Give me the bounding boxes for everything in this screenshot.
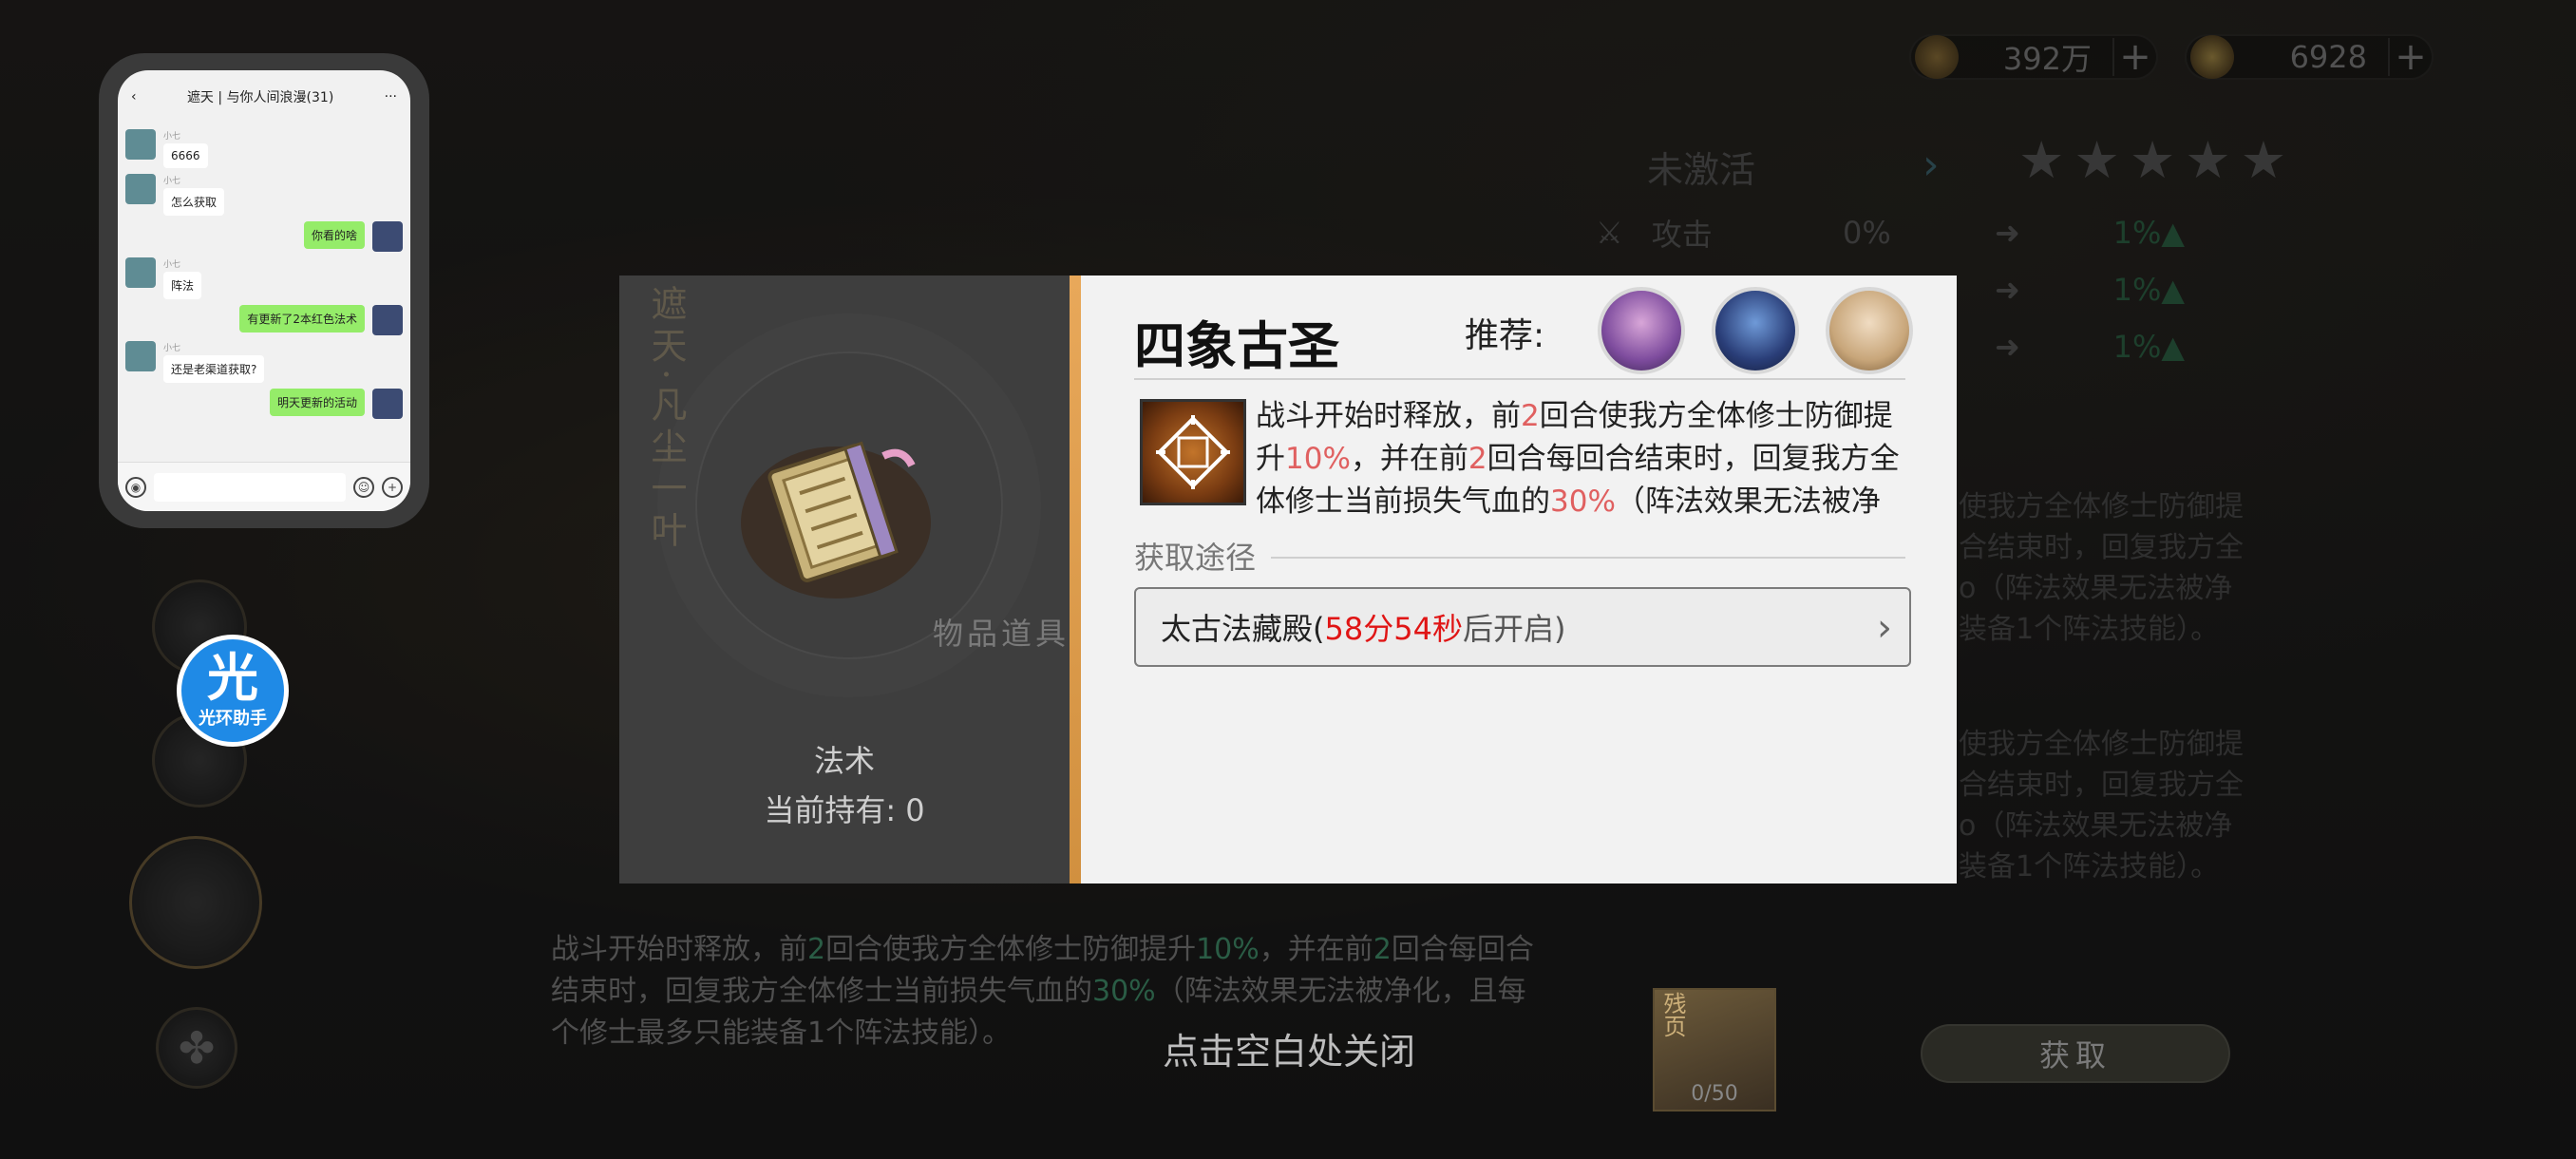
back-icon[interactable]: ‹: [131, 89, 137, 104]
get-button[interactable]: 获取: [1921, 1024, 2230, 1083]
chat-message: 明天更新的活动: [125, 389, 403, 419]
formation-skill-icon: [1140, 399, 1246, 505]
chat-message: 有更新了2本红色法术: [125, 305, 403, 335]
avatar[interactable]: [125, 257, 156, 288]
item-title: 四象古圣: [1134, 316, 1339, 376]
accent-divider: [1070, 276, 1081, 884]
avatar[interactable]: [372, 305, 403, 335]
chat-message: 小七还是老渠道获取?: [125, 341, 403, 383]
add-icon[interactable]: +: [382, 476, 403, 498]
fragment-count: 0/50: [1691, 1082, 1738, 1106]
chat-title: 遮天 | 与你人间浪漫(31): [186, 90, 334, 105]
message-bubble[interactable]: 6666: [163, 143, 208, 168]
chat-screen: ‹ 遮天 | 与你人间浪漫(31) ··· 小七 6666 小七 怎么获取 你看的啥 小七…: [118, 70, 410, 511]
item-detail-dialog: 遮天·凡尘一叶 物品道具 法术 当前持有: 0 四象古圣 推荐: 战斗开始时释放…: [619, 276, 1957, 884]
item-type: 法术: [813, 743, 875, 779]
divider-line: [1134, 378, 1905, 380]
item-art-panel: 遮天·凡尘一叶 物品道具 法术 当前持有: 0: [619, 276, 1070, 884]
fragment-item[interactable]: 残页 0/50: [1653, 988, 1776, 1112]
chat-message-list: 小七 6666 小七 怎么获取 你看的啥 小七 阵法 有更新了2本红色法术 小七 还是老渠道获取?…: [118, 129, 410, 419]
chat-input[interactable]: [154, 472, 346, 502]
close-hint[interactable]: 点击空白处关闭: [1163, 1022, 1415, 1074]
chat-message: 小七 6666: [125, 129, 403, 168]
desc-segment: ，并在前: [1350, 442, 1468, 476]
desc-segment: 10%: [1285, 442, 1351, 476]
sender-name: 小七: [163, 177, 181, 186]
message-body: 小七 6666: [163, 129, 208, 168]
chevron-right-icon: ›: [1877, 606, 1892, 650]
desc-segment: 2: [1373, 933, 1392, 966]
tome-icon: [741, 441, 931, 598]
desc-segment: 30%: [1550, 484, 1616, 519]
source-after: 后开启): [1462, 611, 1566, 647]
message-body: 你看的啥: [303, 221, 365, 249]
avatar[interactable]: [125, 341, 156, 371]
item-info-panel: 四象古圣 推荐: 战斗开始时释放，前2回合使我方全体修士防御提升10%，并在前2…: [1081, 276, 1957, 884]
message-body: 小七还是老渠道获取?: [163, 341, 265, 383]
assistant-name: 光环助手: [199, 709, 267, 729]
fragment-tag: 残页: [1659, 992, 1686, 1037]
desc-segment: ，并在前: [1259, 933, 1373, 966]
sender-name: 小七: [163, 260, 181, 270]
source-label: 获取途径: [1134, 540, 1257, 576]
chat-message: 小七 怎么获取: [125, 174, 403, 216]
source-timer: 58分54秒: [1324, 611, 1463, 647]
message-bubble[interactable]: 有更新了2本红色法术: [239, 305, 365, 332]
avatar[interactable]: [372, 221, 403, 252]
message-body: 小七 阵法: [163, 257, 202, 299]
source-name: 太古法藏殿(: [1161, 611, 1325, 647]
sender-name: 小七: [163, 344, 181, 353]
chat-overlay[interactable]: ‹ 遮天 | 与你人间浪漫(31) ··· 小七 6666 小七 怎么获取 你看的啥 小七…: [99, 53, 429, 528]
message-bubble[interactable]: 你看的啥: [303, 221, 365, 249]
desc-segment: 2: [1521, 399, 1540, 433]
message-body: 明天更新的活动: [269, 389, 365, 416]
message-bubble[interactable]: 阵法: [163, 272, 202, 299]
chat-input-bar: ◉ ☺ +: [118, 462, 410, 511]
desc-segment: 2: [807, 933, 826, 966]
item-caption: 物品道具: [933, 616, 1070, 652]
message-bubble[interactable]: 还是老渠道获取?: [163, 355, 265, 383]
divider-line: [1271, 557, 1905, 559]
sender-name: 小七: [163, 132, 181, 142]
recommended-character-avatar[interactable]: [1826, 287, 1913, 374]
more-icon[interactable]: ···: [385, 89, 397, 104]
item-owned-count: 当前持有: 0: [764, 792, 925, 828]
avatar[interactable]: [125, 174, 156, 204]
desc-segment: 2: [1468, 442, 1487, 476]
vertical-title: 遮天·凡尘一叶: [645, 285, 687, 554]
chat-message: 小七 阵法: [125, 257, 403, 299]
message-body: 有更新了2本红色法术: [239, 305, 365, 332]
desc-segment: 10%: [1196, 933, 1260, 966]
chat-header: ‹ 遮天 | 与你人间浪漫(31) ···: [118, 70, 410, 124]
assistant-logo: 光: [207, 648, 258, 708]
desc-segment: 战斗开始时释放，前: [551, 933, 807, 966]
recommended-character-avatar[interactable]: [1598, 287, 1685, 374]
desc-segment: 战斗开始时释放，前: [1256, 399, 1521, 433]
recommend-label: 推荐:: [1465, 316, 1545, 355]
emoji-icon[interactable]: ☺: [353, 476, 374, 498]
skill-description: 战斗开始时释放，前2回合使我方全体修士防御提升10%，并在前2回合每回合结束时，…: [1256, 395, 1900, 528]
message-bubble[interactable]: 怎么获取: [163, 188, 225, 216]
avatar[interactable]: [372, 389, 403, 419]
avatar[interactable]: [125, 129, 156, 160]
recommended-character-avatar[interactable]: [1712, 287, 1799, 374]
desc-segment: 回合使我方全体修士防御提升: [825, 933, 1197, 966]
chat-message: 你看的啥: [125, 221, 403, 252]
source-entry-button[interactable]: 太古法藏殿( 58分54秒 后开启) ›: [1134, 587, 1911, 667]
message-bubble[interactable]: 明天更新的活动: [269, 389, 365, 416]
message-body: 小七 怎么获取: [163, 174, 225, 216]
assistant-badge[interactable]: 光 光环助手: [177, 635, 289, 747]
voice-icon[interactable]: ◉: [125, 476, 146, 498]
desc-segment: 30%: [1092, 975, 1156, 1008]
